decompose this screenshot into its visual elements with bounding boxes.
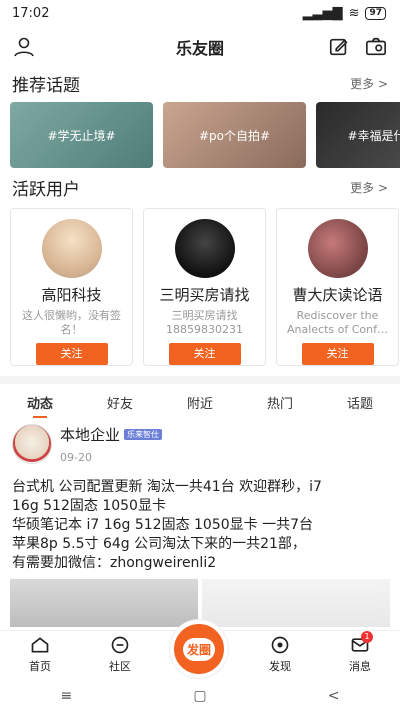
nav-label: 消息 (349, 660, 371, 673)
nav-label: 首页 (29, 660, 51, 673)
topics-header: 推荐话题 更多 > (0, 68, 400, 98)
post: 本地企业 乐来智仕 09-20 台式机 公司配置更新 淘汰一共41台 欢迎群秒，… (0, 420, 400, 633)
message-count-badge: 1 (361, 631, 373, 643)
nav-label: 发现 (269, 660, 291, 673)
post-line: 台式机 公司配置更新 淘汰一共41台 欢迎群秒，i7 (12, 479, 322, 495)
user-card[interactable]: 曹大庆读论语 Rediscover the Analects of Conf… … (276, 208, 399, 366)
user-desc: Rediscover the Analects of Conf… (286, 309, 388, 337)
section-divider (0, 376, 400, 384)
community-icon (111, 636, 129, 654)
home-button-icon[interactable]: ▢ (193, 688, 206, 704)
follow-button[interactable]: 关注 (301, 343, 374, 365)
tab-friends[interactable]: 好友 (107, 393, 133, 412)
user-card[interactable]: 高阳科技 这人很懒哟，没有签名！ 关注 (10, 208, 133, 366)
user-desc: 三明买房请找 18859830231 (166, 309, 243, 337)
post-image[interactable] (202, 579, 390, 627)
tab-nearby[interactable]: 附近 (187, 393, 213, 412)
post-author[interactable]: 本地企业 (60, 424, 120, 445)
post-text[interactable]: 台式机 公司配置更新 淘汰一共41台 欢迎群秒，i7 16g 512固态 105… (0, 468, 400, 573)
post-line: 华硕笔记本 i7 16g 512固态 1050显卡 一共7台 (12, 517, 314, 533)
avatar (41, 219, 102, 279)
topics-list: #学无止境# #po个自拍# #幸福是什么# (0, 98, 400, 172)
nav-messages[interactable]: 1 消息 (330, 631, 390, 674)
users-header: 活跃用户 更多 > (0, 172, 400, 202)
nav-discover[interactable]: 发现 (250, 635, 310, 674)
signal-icon: ▂▃▅▇ (302, 5, 343, 21)
profile-icon[interactable] (12, 35, 36, 59)
users-more-link[interactable]: 更多 > (350, 179, 388, 196)
post-line: 有需要加微信：zhongweirenli2 (12, 555, 217, 571)
users-heading: 活跃用户 (12, 179, 80, 200)
topic-card[interactable]: #po个自拍# (163, 102, 306, 168)
topic-card[interactable]: #学无止境# (10, 102, 153, 168)
post-button[interactable]: 发圈 (170, 620, 228, 678)
home-icon (31, 637, 49, 653)
post-line: 16g 512固态 1050显卡 (12, 498, 166, 514)
topic-card[interactable]: #幸福是什么# (316, 102, 400, 168)
edit-icon[interactable] (328, 36, 350, 58)
topics-heading: 推荐话题 (12, 75, 80, 96)
nav-community[interactable]: 社区 (90, 635, 150, 674)
tab-topics[interactable]: 话题 (347, 393, 373, 412)
avatar[interactable] (12, 424, 52, 464)
status-time: 17:02 (12, 5, 50, 21)
post-date: 09-20 (60, 451, 92, 464)
system-nav: ≡ ▢ < (0, 680, 400, 711)
menu-icon[interactable]: ≡ (61, 688, 73, 704)
user-desc: 这人很懒哟，没有签名！ (22, 309, 121, 337)
camera-icon[interactable] (364, 36, 388, 58)
tab-dynamic[interactable]: 动态 (27, 393, 53, 418)
users-list: 高阳科技 这人很懒哟，没有签名！ 关注 三明买房请找 三明买房请找 188598… (0, 202, 400, 366)
topic-label: #学无止境# (47, 128, 116, 143)
wifi-icon: ≋ (348, 5, 360, 21)
follow-button[interactable]: 关注 (168, 343, 241, 365)
post-line: 苹果8p 5.5寸 64g 公司淘汰下来的一共21部， (12, 536, 306, 552)
user-name: 三明买房请找 (159, 286, 250, 305)
user-card[interactable]: 三明买房请找 三明买房请找 18859830231 关注 (143, 208, 266, 366)
topic-label: #幸福是什么# (347, 128, 400, 143)
back-icon[interactable]: < (328, 688, 340, 704)
topic-label: #po个自拍# (198, 128, 271, 143)
user-name: 曹大庆读论语 (292, 286, 383, 305)
avatar (307, 219, 368, 279)
nav-label: 社区 (109, 660, 131, 673)
status-bar: 17:02 ▂▃▅▇ ≋ 97 (0, 0, 400, 26)
tab-hot[interactable]: 热门 (267, 393, 293, 412)
author-badge: 乐来智仕 (124, 429, 163, 440)
post-image[interactable] (10, 579, 198, 627)
battery-icon: 97 (365, 6, 386, 20)
post-button-label: 发圈 (182, 637, 215, 661)
avatar (174, 219, 235, 279)
user-name: 高阳科技 (41, 286, 102, 305)
follow-button[interactable]: 关注 (35, 343, 108, 365)
nav-home[interactable]: 首页 (10, 635, 70, 674)
compass-icon (271, 636, 289, 654)
topics-more-link[interactable]: 更多 > (350, 75, 388, 92)
top-bar: 乐友圈 (0, 26, 400, 68)
feed-tabs: 动态 好友 附近 热门 话题 (0, 384, 400, 420)
